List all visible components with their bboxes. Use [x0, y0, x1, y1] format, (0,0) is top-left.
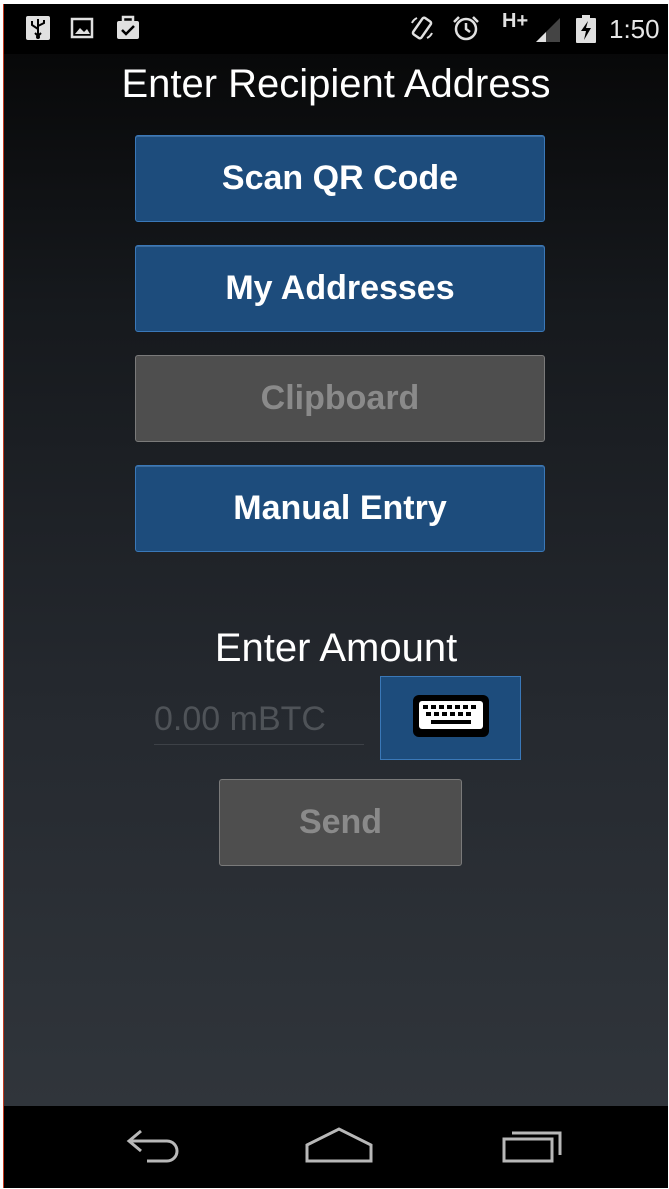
enter-amount-title: Enter Amount	[214, 626, 458, 670]
clipboard-button[interactable]: Clipboard	[135, 355, 545, 442]
my-addresses-button[interactable]: My Addresses	[135, 245, 545, 332]
network-type: H+	[502, 10, 529, 32]
home-button[interactable]	[294, 1122, 384, 1172]
navigation-bar	[4, 1106, 668, 1188]
recents-icon	[500, 1125, 566, 1170]
amount-input-underline	[154, 744, 364, 745]
rotation-icon	[408, 14, 436, 42]
image-icon	[68, 14, 96, 42]
alarm-icon	[452, 14, 480, 42]
back-icon	[121, 1125, 187, 1170]
battery-charging-icon	[572, 15, 600, 43]
send-button[interactable]: Send	[219, 779, 462, 866]
back-button[interactable]	[109, 1122, 199, 1172]
phone-screen: H+ 1:50 Enter Recipient Address Scan QR …	[4, 4, 668, 1188]
manual-entry-button[interactable]: Manual Entry	[135, 465, 545, 552]
status-time: 1:50	[609, 14, 660, 44]
scan-qr-code-button[interactable]: Scan QR Code	[135, 135, 545, 222]
briefcase-check-icon	[114, 14, 142, 42]
signal-icon	[534, 16, 562, 44]
amount-input[interactable]	[154, 694, 364, 744]
home-icon	[303, 1125, 375, 1170]
keyboard-button[interactable]	[380, 676, 521, 760]
usb-icon	[24, 14, 52, 42]
recipient-address-title: Enter Recipient Address	[121, 62, 551, 106]
keyboard-icon	[411, 693, 491, 744]
recents-button[interactable]	[488, 1122, 578, 1172]
status-bar: H+ 1:50	[4, 4, 668, 54]
